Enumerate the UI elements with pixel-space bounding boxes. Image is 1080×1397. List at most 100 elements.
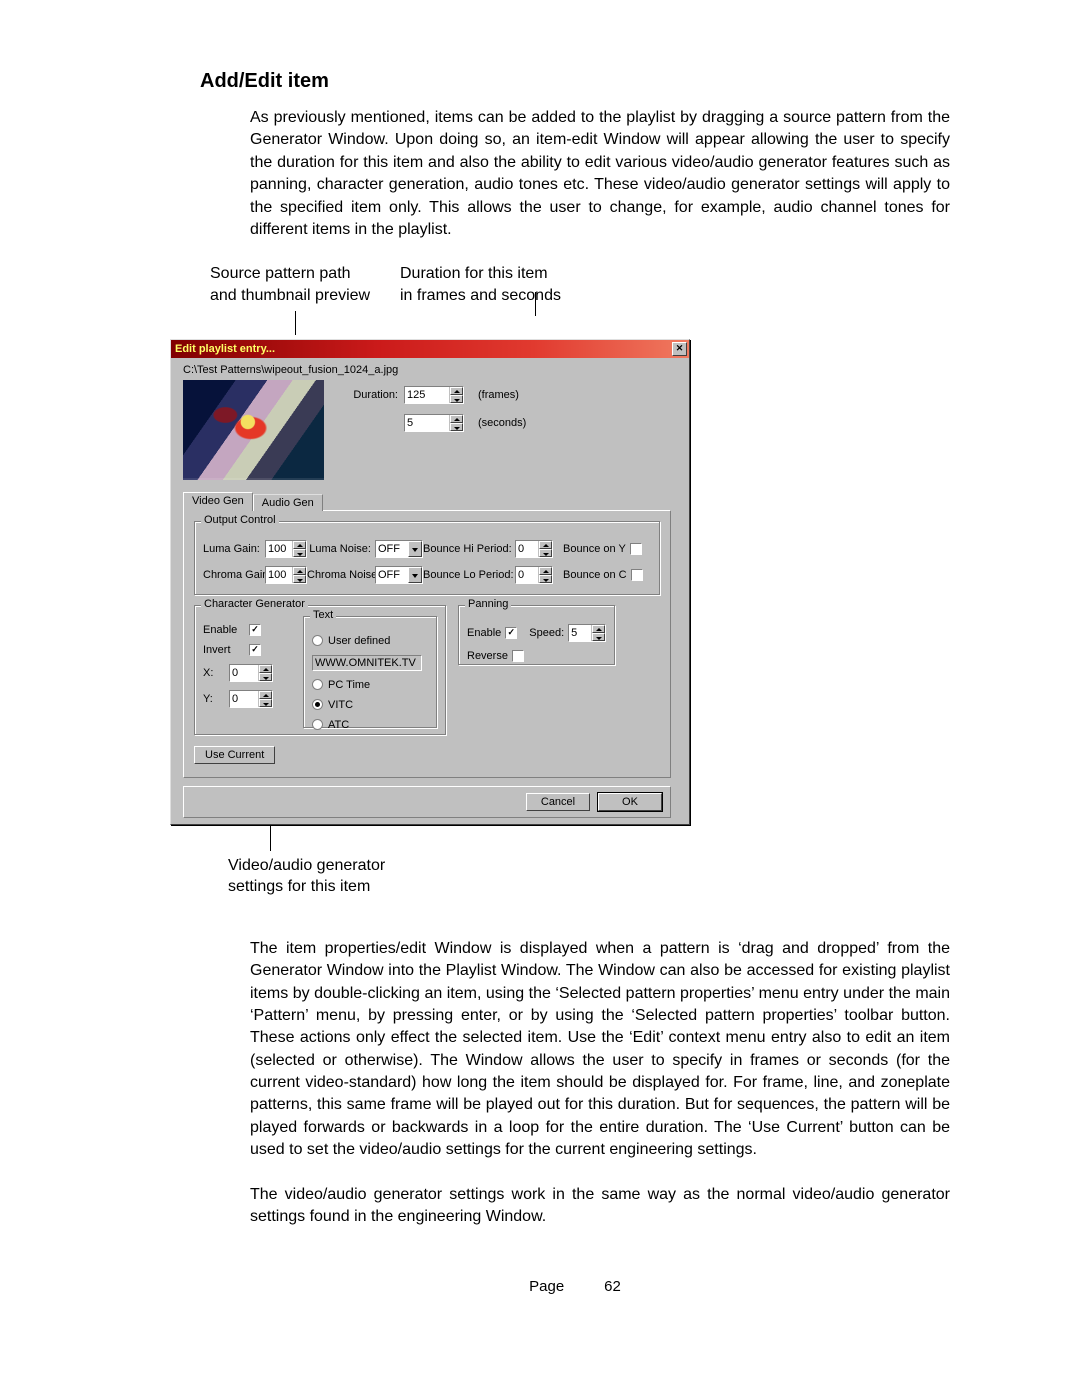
spin-down-icon[interactable]	[293, 575, 306, 583]
chroma-gain-label: Chroma Gain:	[203, 569, 265, 581]
spin-up-icon[interactable]	[539, 567, 552, 575]
text-pctime-label: PC Time	[328, 679, 370, 691]
intro-paragraph: As previously mentioned, items can be ad…	[250, 107, 950, 241]
bounce-y-checkbox[interactable]	[630, 543, 642, 555]
group-title: Panning	[465, 598, 511, 610]
group-title: Output Control	[201, 514, 279, 526]
chroma-gain-stepper[interactable]	[265, 566, 307, 584]
edit-playlist-entry-dialog: Edit playlist entry... ✕ C:\Test Pattern…	[170, 339, 690, 825]
spin-up-icon[interactable]	[450, 415, 463, 423]
cancel-button[interactable]: Cancel	[526, 793, 590, 811]
spin-up-icon[interactable]	[592, 625, 605, 633]
bounce-c-label: Bounce on C	[553, 569, 627, 581]
page-label: Page	[529, 1278, 564, 1295]
chroma-noise-combo[interactable]	[375, 566, 423, 584]
leader-line	[535, 292, 536, 316]
text-vitc-radio[interactable]	[312, 699, 323, 710]
spin-up-icon[interactable]	[259, 665, 272, 673]
bounce-lo-stepper[interactable]	[515, 566, 553, 584]
text-group: Text User defined PC Time VITC ATC	[303, 616, 437, 728]
group-title: Text	[310, 609, 336, 621]
callout-row-top: Source pattern path and thumbnail previe…	[210, 263, 950, 334]
section-heading: Add/Edit item	[200, 70, 950, 93]
chargen-x-label: X:	[203, 667, 229, 679]
chargen-enable-checkbox[interactable]: ✓	[249, 624, 261, 636]
panning-group: Panning Enable ✓ Speed: Reverse	[458, 605, 615, 665]
seconds-unit: (seconds)	[464, 417, 526, 429]
chargen-x-stepper[interactable]	[229, 664, 273, 682]
text-user-defined-radio[interactable]	[312, 635, 323, 646]
spin-down-icon[interactable]	[539, 575, 552, 583]
duration-label: Duration:	[348, 389, 404, 401]
page-number: 62	[604, 1278, 621, 1295]
tab-audio-gen[interactable]: Audio Gen	[253, 494, 323, 511]
group-title: Character Generator	[201, 598, 308, 610]
spin-up-icon[interactable]	[259, 691, 272, 699]
spin-down-icon[interactable]	[450, 423, 463, 431]
bounce-hi-stepper[interactable]	[515, 540, 553, 558]
dialog-button-row: Cancel OK	[183, 786, 671, 818]
panning-speed-label: Speed:	[517, 627, 568, 639]
title-bar: Edit playlist entry... ✕	[171, 340, 689, 358]
luma-gain-stepper[interactable]	[265, 540, 307, 558]
duration-seconds-input[interactable]	[405, 415, 449, 431]
bounce-lo-label: Bounce Lo Period:	[423, 569, 515, 581]
duration-seconds-stepper[interactable]	[404, 414, 464, 432]
chargen-y-label: Y:	[203, 693, 229, 705]
chargen-y-stepper[interactable]	[229, 690, 273, 708]
title-bar-text: Edit playlist entry...	[173, 343, 275, 355]
text-atc-label: ATC	[328, 719, 349, 731]
paragraph-2: The item properties/edit Window is displ…	[250, 938, 950, 1162]
bounce-hi-label: Bounce Hi Period:	[423, 543, 515, 555]
frames-unit: (frames)	[464, 389, 519, 401]
text-pctime-radio[interactable]	[312, 679, 323, 690]
panning-enable-checkbox[interactable]: ✓	[505, 627, 517, 639]
chevron-down-icon[interactable]	[408, 541, 422, 557]
chevron-down-icon[interactable]	[408, 567, 422, 583]
text-user-defined-input[interactable]	[312, 655, 422, 671]
callout-duration-1: Duration for this item	[400, 263, 600, 285]
spin-down-icon[interactable]	[539, 549, 552, 557]
panning-reverse-checkbox[interactable]	[512, 650, 524, 662]
text-user-defined-label: User defined	[328, 635, 390, 647]
chroma-noise-label: Chroma Noise:	[307, 569, 375, 581]
spin-down-icon[interactable]	[450, 395, 463, 403]
callout-duration-2: in frames and seconds	[400, 285, 600, 307]
panning-reverse-label: Reverse	[467, 650, 508, 662]
text-vitc-label: VITC	[328, 699, 353, 711]
spin-down-icon[interactable]	[293, 549, 306, 557]
character-generator-group: Character Generator Enable✓ Invert✓ X: Y…	[194, 605, 446, 735]
output-control-group: Output Control Luma Gain: Luma Noise: Bo…	[194, 521, 660, 595]
bounce-c-checkbox[interactable]	[631, 569, 643, 581]
panning-enable-label: Enable	[467, 627, 501, 639]
spin-up-icon[interactable]	[293, 541, 306, 549]
close-icon[interactable]: ✕	[672, 342, 687, 356]
spin-down-icon[interactable]	[592, 633, 605, 641]
luma-noise-combo[interactable]	[375, 540, 423, 558]
ok-button[interactable]: OK	[598, 793, 662, 811]
tab-video-gen[interactable]: Video Gen	[183, 492, 253, 511]
spin-down-icon[interactable]	[259, 673, 272, 681]
use-current-button[interactable]: Use Current	[194, 746, 275, 764]
callout-genset-2: settings for this item	[228, 876, 950, 898]
video-gen-panel: Output Control Luma Gain: Luma Noise: Bo…	[183, 510, 671, 778]
callout-genset-1: Video/audio generator	[228, 855, 950, 877]
spin-up-icon[interactable]	[539, 541, 552, 549]
duration-frames-input[interactable]	[405, 387, 449, 403]
luma-gain-label: Luma Gain:	[203, 543, 265, 555]
page-footer: Page 62	[200, 1278, 950, 1295]
text-atc-radio[interactable]	[312, 719, 323, 730]
spin-down-icon[interactable]	[259, 699, 272, 707]
callout-source-1: Source pattern path	[210, 263, 400, 285]
bounce-y-label: Bounce on Y	[553, 543, 626, 555]
source-thumbnail	[183, 380, 324, 480]
leader-line	[295, 311, 296, 335]
duration-frames-stepper[interactable]	[404, 386, 464, 404]
spin-up-icon[interactable]	[450, 387, 463, 395]
chargen-invert-checkbox[interactable]: ✓	[249, 644, 261, 656]
spin-up-icon[interactable]	[293, 567, 306, 575]
chargen-enable-label: Enable	[203, 624, 245, 636]
chargen-invert-label: Invert	[203, 644, 245, 656]
callout-source-2: and thumbnail preview	[210, 285, 400, 307]
panning-speed-stepper[interactable]	[568, 624, 606, 642]
